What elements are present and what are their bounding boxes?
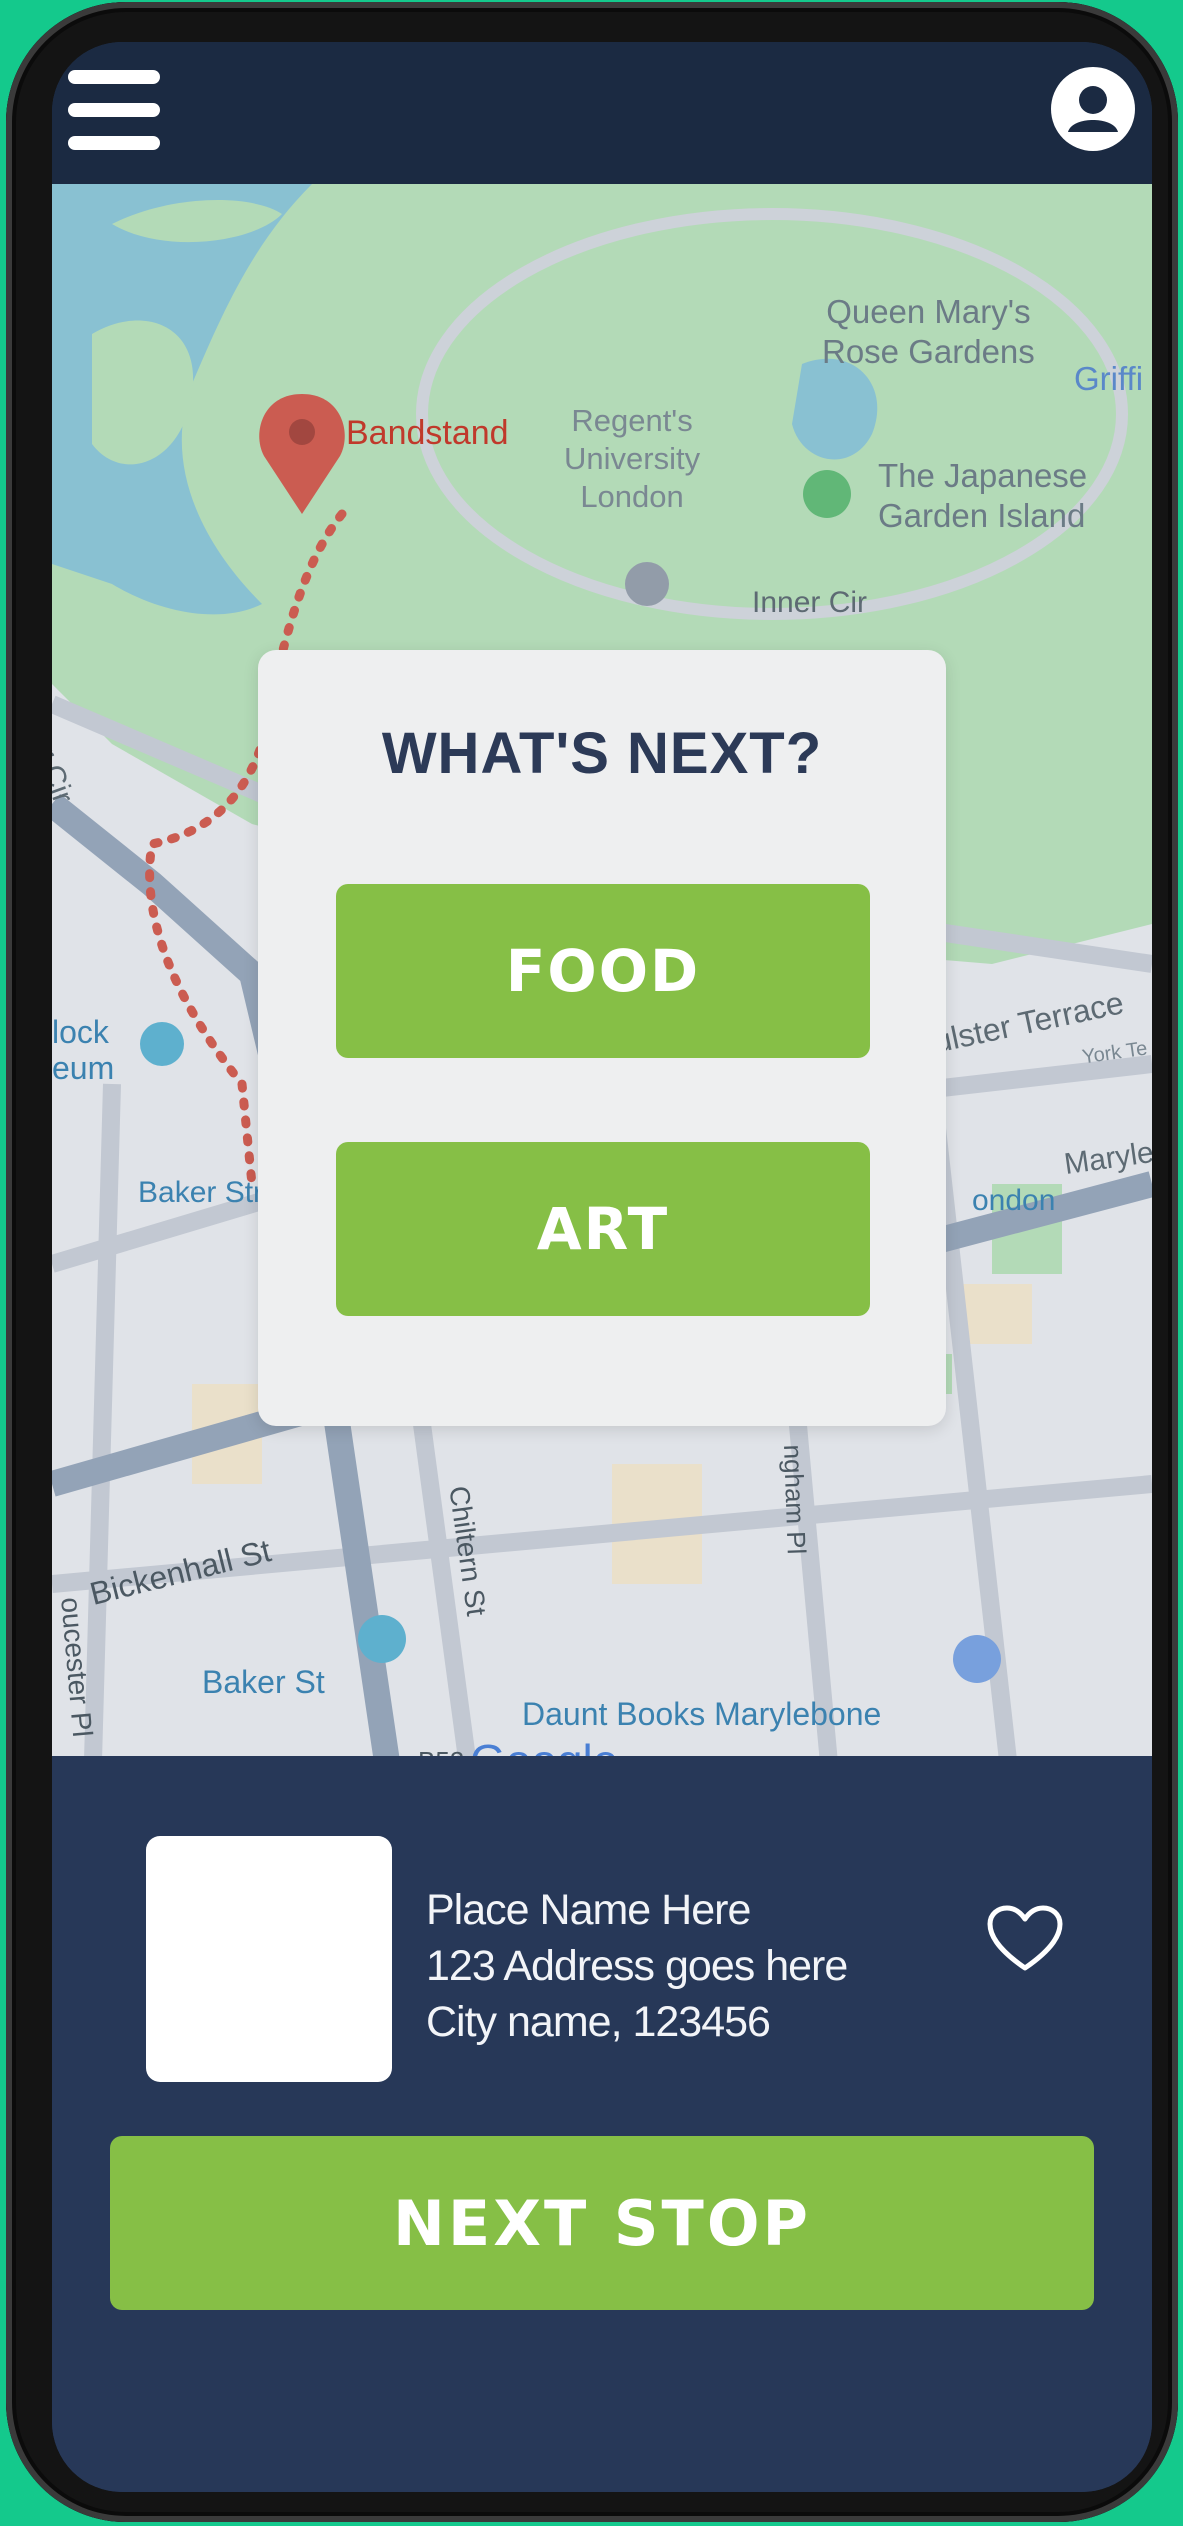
map-label-ondon: ondon — [972, 1184, 1056, 1217]
user-profile-icon[interactable] — [1050, 66, 1136, 152]
place-address: 123 Address goes here — [426, 1942, 848, 1990]
place-city: City name, 123456 — [426, 1998, 771, 2046]
place-info: Place Name Here 123 Address goes here Ci… — [426, 1882, 848, 2050]
map-label-regents: Regent's University London — [564, 403, 701, 514]
map-label-queen-marys: Queen Mary's Rose Gardens — [822, 293, 1035, 370]
hamburger-menu-icon[interactable] — [68, 70, 160, 150]
next-stop-button[interactable]: NEXT STOP — [110, 2136, 1094, 2310]
top-bar — [52, 42, 1152, 184]
food-button[interactable]: FOOD — [336, 884, 870, 1058]
heart-icon[interactable] — [986, 1904, 1064, 1974]
map-label-lock-museum: lock eum — [52, 1014, 115, 1086]
place-name: Place Name Here — [426, 1886, 751, 1934]
art-button[interactable]: ART — [336, 1142, 870, 1316]
app-screen: Queen Mary's Rose Gardens Griffi Bandsta… — [52, 42, 1152, 2492]
place-thumbnail — [146, 1836, 392, 2082]
whats-next-modal: WHAT'S NEXT? FOOD ART — [258, 650, 946, 1426]
map-label-daunt-books: Daunt Books Marylebone — [522, 1696, 882, 1732]
map-label-nottingham: ngham Pl — [778, 1444, 812, 1555]
phone-frame: Queen Mary's Rose Gardens Griffi Bandsta… — [6, 2, 1178, 2522]
map-label-baker-st: Baker St — [202, 1664, 325, 1700]
map-label-bandstand: Bandstand — [346, 414, 509, 452]
map-label-griffin: Griffi — [1074, 360, 1144, 397]
map-label-japanese-garden: The Japanese Garden Island — [878, 457, 1088, 534]
place-panel: Place Name Here 123 Address goes here Ci… — [52, 1756, 1152, 2492]
modal-title: WHAT'S NEXT? — [381, 721, 823, 786]
map-label-inner-cir: Inner Cir — [752, 586, 868, 619]
